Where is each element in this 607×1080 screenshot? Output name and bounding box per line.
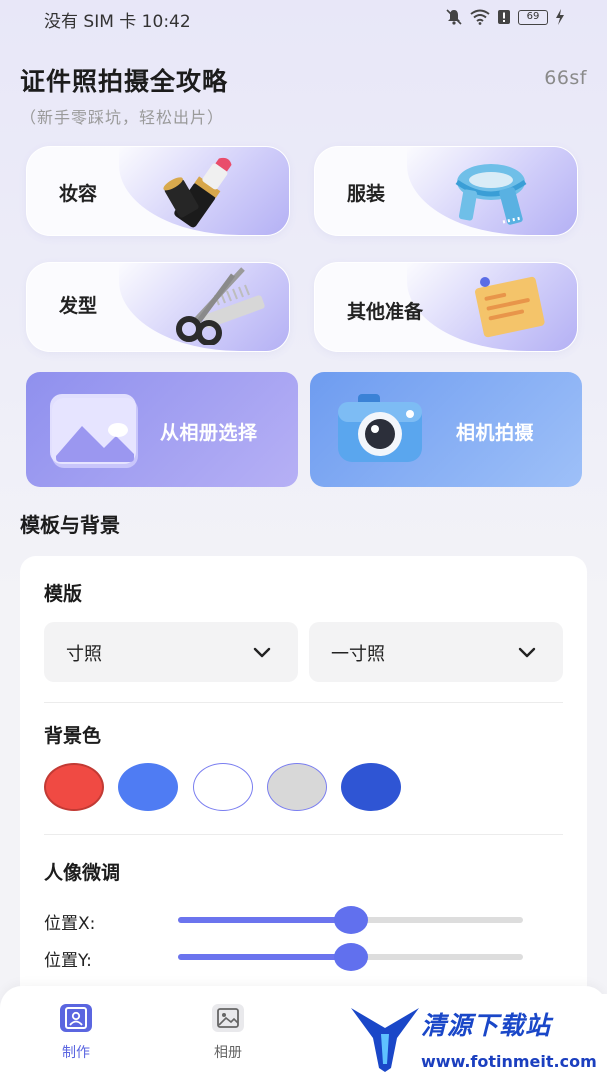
guide-label-other: 其他准备 (347, 301, 424, 323)
template-size-value: 一寸照 (331, 644, 385, 665)
tab-make[interactable]: 制作 (36, 1004, 116, 1062)
guide-label-makeup: 妆容 (59, 183, 98, 205)
battery-icon: 69 (518, 9, 548, 25)
tab-album-label: 相册 (214, 1045, 242, 1061)
portrait-id-icon (60, 1004, 92, 1032)
camera-icon (338, 394, 422, 462)
status-icons: 69 (445, 8, 565, 26)
wifi-icon (470, 9, 490, 25)
divider (44, 702, 563, 703)
template-size-select[interactable]: 一寸照 (309, 622, 563, 682)
template-heading: 模版 (44, 583, 83, 605)
chevron-down-icon (518, 647, 536, 658)
portrait-adjust-heading: 人像微调 (44, 862, 121, 884)
watermark-logo-icon (351, 1008, 419, 1072)
watermark-text: 清源下载站 (421, 1011, 552, 1040)
page-title: 证件照拍摄全攻略 (20, 67, 229, 96)
guide-card-makeup[interactable]: 妆容 (26, 146, 290, 236)
charging-icon (556, 9, 564, 25)
guide-label-clothing: 服装 (347, 183, 386, 205)
position-x-label: 位置X: (44, 914, 96, 934)
album-select-button[interactable]: 从相册选择 (26, 372, 298, 487)
position-y-slider[interactable] (178, 943, 523, 971)
guide-card-clothing[interactable]: 服装 (314, 146, 578, 236)
photo-album-icon (50, 394, 138, 468)
status-bar: 没有 SIM 卡 10:42 69 (0, 0, 607, 34)
position-x-thumb[interactable] (333, 906, 368, 934)
note-icon (475, 276, 545, 338)
tab-album[interactable]: 相册 (188, 1004, 268, 1062)
position-y-label: 位置Y: (44, 951, 92, 971)
user-tag: 66sf (544, 67, 587, 89)
album-select-label: 从相册选择 (160, 422, 258, 444)
mute-bell-icon (446, 9, 462, 25)
watermark-overlay: 清源下载站 www.fotinmeit.com (333, 994, 607, 1080)
background-color-swatch[interactable] (341, 763, 401, 811)
section-title-template-background: 模板与背景 (20, 513, 120, 537)
divider (44, 834, 563, 835)
scissors-comb-icon (176, 267, 265, 345)
background-color-swatch[interactable] (118, 763, 178, 811)
scarf-icon (455, 164, 527, 225)
camera-capture-button[interactable]: 相机拍摄 (310, 372, 582, 487)
guide-label-hairstyle: 发型 (59, 295, 98, 317)
position-x-slider[interactable] (178, 906, 523, 934)
background-color-heading: 背景色 (44, 725, 102, 747)
background-color-swatch[interactable] (267, 763, 327, 811)
guide-card-hairstyle[interactable]: 发型 (26, 262, 290, 352)
position-y-fill (178, 954, 351, 960)
guide-card-other[interactable]: 其他准备 (314, 262, 578, 352)
position-y-thumb[interactable] (333, 943, 368, 971)
page-subtitle: （新手零踩坑，轻松出片） (20, 108, 225, 127)
camera-capture-label: 相机拍摄 (456, 422, 535, 444)
tab-make-label: 制作 (62, 1045, 90, 1061)
gallery-icon (212, 1004, 244, 1032)
template-category-value: 寸照 (66, 644, 102, 665)
position-x-fill (178, 917, 351, 923)
chevron-down-icon (253, 647, 271, 658)
background-color-swatch[interactable] (44, 763, 104, 811)
template-category-select[interactable]: 寸照 (44, 622, 298, 682)
alert-icon (498, 10, 510, 24)
lipstick-icon (163, 157, 232, 228)
status-carrier-time: 没有 SIM 卡 10:42 (44, 12, 191, 32)
watermark-url: www.fotinmeit.com (421, 1052, 597, 1071)
background-color-swatch[interactable] (193, 763, 253, 811)
